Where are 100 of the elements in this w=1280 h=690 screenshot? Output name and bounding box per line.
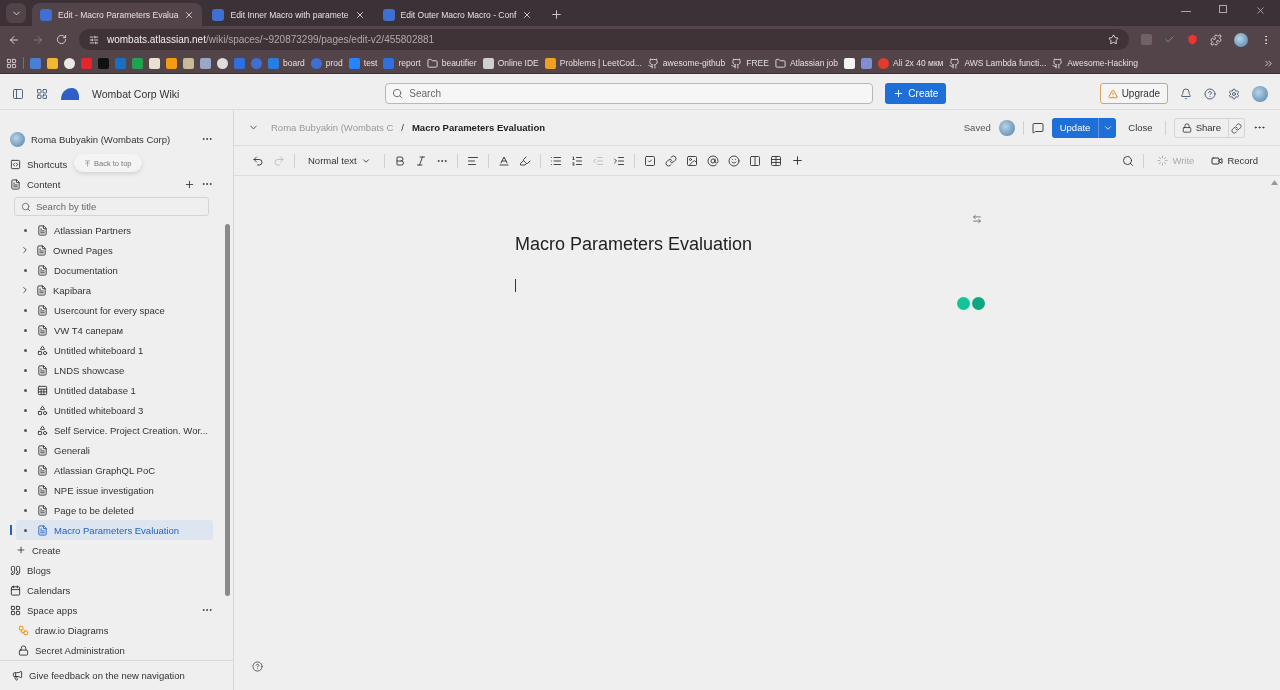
- text-color-icon[interactable]: [497, 154, 510, 167]
- sidebar-item[interactable]: draw.io Diagrams: [10, 620, 213, 640]
- github-icon: [647, 57, 659, 69]
- browser-tab[interactable]: Edit Inner Macro with paramete: [204, 3, 373, 26]
- close-icon[interactable]: [522, 9, 533, 20]
- text-style-dropdown[interactable]: Normal text: [304, 149, 375, 172]
- search-field[interactable]: Search: [385, 83, 874, 104]
- profile-avatar[interactable]: [1234, 32, 1248, 47]
- new-tab-icon[interactable]: [550, 8, 564, 21]
- bookmark[interactable]: awesome-github: [647, 57, 726, 69]
- upgrade-button[interactable]: Upgrade: [1099, 83, 1168, 104]
- page-tree-item[interactable]: LNDS showcase: [16, 360, 213, 380]
- bullet-list-icon[interactable]: [549, 154, 562, 167]
- sidebar-item[interactable]: Shortcuts: [10, 154, 68, 174]
- back-icon[interactable]: [8, 33, 20, 46]
- bookmark[interactable]: FREE: [731, 57, 769, 69]
- add-icon[interactable]: [184, 178, 195, 190]
- bookmark[interactable]: Awesome-Hacking: [1052, 57, 1139, 69]
- page-tree-item[interactable]: Generali: [16, 440, 213, 460]
- bookmark[interactable]: beautifier: [426, 57, 477, 69]
- record-button[interactable]: Record: [1207, 149, 1262, 172]
- search-icon[interactable]: [1122, 154, 1135, 167]
- highlight-icon[interactable]: [518, 154, 531, 167]
- page-tree-item[interactable]: Kapibara: [16, 280, 213, 300]
- bold-icon[interactable]: [393, 154, 406, 167]
- page-tree-item[interactable]: Atlassian GraphQL PoC: [16, 460, 213, 480]
- insert-icon[interactable]: [790, 154, 804, 167]
- sidebar-heading[interactable]: Content: [27, 178, 178, 190]
- emoji-icon[interactable]: [727, 154, 740, 167]
- page-title[interactable]: Macro Parameters Evaluation: [515, 234, 1280, 255]
- sidebar-item[interactable]: Secret Administration: [10, 640, 213, 660]
- help-icon[interactable]: [1204, 87, 1216, 100]
- width-toggle-icon[interactable]: [972, 214, 982, 224]
- sidebar-item[interactable]: Space apps: [27, 604, 195, 616]
- update-button[interactable]: Update: [1051, 117, 1099, 138]
- create-button[interactable]: Create: [885, 83, 947, 104]
- expand-icon[interactable]: [20, 285, 30, 295]
- bookmark[interactable]: board: [268, 57, 305, 69]
- task-icon[interactable]: [643, 154, 656, 167]
- notifications-icon[interactable]: [1180, 87, 1192, 100]
- page-tree-item[interactable]: Documentation: [16, 260, 213, 280]
- page-tree-item[interactable]: Atlassian Partners: [16, 220, 213, 240]
- page-tree-item[interactable]: VW T4 саперам: [16, 320, 213, 340]
- apps-icon[interactable]: [6, 57, 17, 69]
- italic-icon[interactable]: [414, 154, 427, 167]
- search-field[interactable]: Search by title: [14, 197, 209, 216]
- page-tree-item[interactable]: Untitled whiteboard 3: [16, 400, 213, 420]
- link-icon[interactable]: [664, 154, 677, 167]
- address-bar[interactable]: wombats.atlassian.net/wiki/spaces/~920873299/pages/edit-v2/455802881: [79, 29, 1129, 50]
- close-icon[interactable]: [354, 9, 365, 20]
- align-icon[interactable]: [466, 154, 479, 167]
- page-tree-item[interactable]: Untitled database 1: [16, 380, 213, 400]
- bookmark[interactable]: Atlassian job: [774, 57, 839, 69]
- feedback-link[interactable]: Give feedback on the new navigation: [0, 660, 233, 690]
- bookmark[interactable]: Ali 2x 40 мкм: [878, 57, 944, 69]
- layout-icon[interactable]: [748, 154, 761, 167]
- lock-icon: [1181, 122, 1192, 133]
- browser-tab[interactable]: Edit Outer Macro Macro - Conf: [374, 3, 541, 26]
- bookmark[interactable]: Problems | LeetCod...: [544, 57, 642, 69]
- dropdown-button[interactable]: [1098, 117, 1117, 138]
- bookmark[interactable]: Online IDE: [482, 57, 539, 69]
- create-link[interactable]: Create: [10, 540, 213, 560]
- bookmark[interactable]: report: [383, 57, 421, 69]
- sidebar-toggle-icon[interactable]: [12, 87, 24, 100]
- mention-icon[interactable]: [706, 154, 719, 167]
- settings-icon[interactable]: [1228, 87, 1240, 100]
- page-tree-item[interactable]: Owned Pages: [16, 240, 213, 260]
- tab-list-button[interactable]: [6, 3, 26, 23]
- restore-icon[interactable]: [1219, 4, 1227, 13]
- close-icon[interactable]: [1255, 4, 1266, 16]
- bookmark[interactable]: prod: [310, 57, 343, 69]
- table-icon[interactable]: [769, 154, 782, 167]
- sidebar-item[interactable]: Calendars: [27, 584, 213, 596]
- bookmark[interactable]: AWS Lambda functi...: [949, 57, 1047, 69]
- reload-icon[interactable]: [56, 34, 67, 45]
- page-tree-item[interactable]: Self Service. Project Creation. Wor...: [16, 420, 213, 440]
- numbered-list-icon[interactable]: [570, 154, 583, 167]
- sidebar-item[interactable]: Blogs: [27, 564, 213, 576]
- search-icon: [21, 201, 31, 212]
- comment-icon[interactable]: [1031, 121, 1044, 134]
- page-tree-item[interactable]: Page to be deleted: [16, 500, 213, 520]
- undo-icon[interactable]: [252, 154, 264, 167]
- minimize-icon[interactable]: [1181, 10, 1191, 12]
- page-tree-item[interactable]: Usercount for every space: [16, 300, 213, 320]
- help-icon[interactable]: [252, 661, 263, 672]
- check-icon[interactable]: [1164, 34, 1175, 45]
- expand-icon[interactable]: [20, 245, 30, 255]
- space-name[interactable]: Roma Bubyakin (Wombats Corp): [31, 133, 195, 145]
- page-tree-item[interactable]: NPE issue investigation: [16, 480, 213, 500]
- close-button[interactable]: Close: [1124, 116, 1157, 139]
- star-icon[interactable]: [1108, 34, 1119, 45]
- browser-tab[interactable]: Edit - Macro Parameters Evalua: [32, 3, 203, 26]
- app-switcher-icon[interactable]: [36, 87, 48, 100]
- close-icon[interactable]: [184, 9, 195, 20]
- extensions-icon[interactable]: [1210, 33, 1222, 46]
- page-tree-item[interactable]: Untitled whiteboard 1: [16, 340, 213, 360]
- site-settings-icon[interactable]: [89, 34, 99, 45]
- image-icon[interactable]: [685, 154, 698, 167]
- indent-icon[interactable]: [612, 154, 625, 167]
- bookmark[interactable]: test: [348, 57, 378, 69]
